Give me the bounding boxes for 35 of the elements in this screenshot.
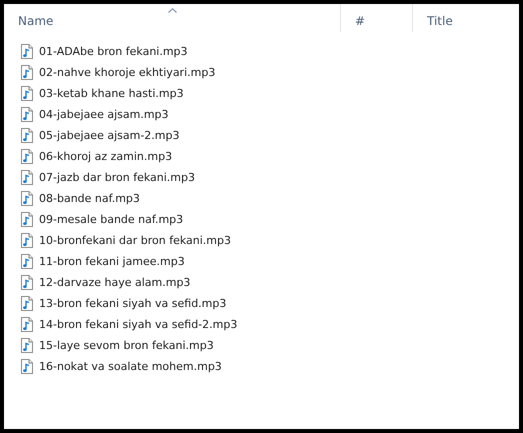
file-name[interactable]: 12-darvaze haye alam.mp3 bbox=[39, 276, 190, 289]
file-name[interactable]: 04-jabejaee ajsam.mp3 bbox=[39, 108, 169, 121]
audio-file-icon bbox=[21, 275, 33, 290]
audio-file-icon bbox=[21, 86, 33, 101]
column-header[interactable]: Title bbox=[427, 14, 453, 28]
file-name[interactable]: 03-ketab khane hasti.mp3 bbox=[39, 87, 184, 100]
audio-file-icon bbox=[21, 338, 33, 353]
audio-file-icon bbox=[21, 254, 33, 269]
file-name[interactable]: 02-nahve khoroje ekhtiyari.mp3 bbox=[39, 66, 216, 79]
file-name[interactable]: 08-bande naf.mp3 bbox=[39, 192, 140, 205]
file-name[interactable]: 14-bron fekani siyah va sefid-2.mp3 bbox=[39, 318, 238, 331]
audio-file-icon bbox=[21, 107, 33, 122]
audio-file-icon bbox=[21, 212, 33, 227]
file-name[interactable]: 09-mesale bande naf.mp3 bbox=[39, 213, 184, 226]
audio-file-icon bbox=[21, 296, 33, 311]
file-name[interactable]: 15-laye sevom bron fekani.mp3 bbox=[39, 339, 214, 352]
audio-file-icon bbox=[21, 191, 33, 206]
file-name[interactable]: 13-bron fekani siyah va sefid.mp3 bbox=[39, 297, 226, 310]
file-name[interactable]: 11-bron fekani jamee.mp3 bbox=[39, 255, 185, 268]
file-name[interactable]: 07-jazb dar bron fekani.mp3 bbox=[39, 171, 195, 184]
column-header[interactable]: # bbox=[355, 14, 366, 28]
audio-file-icon bbox=[21, 65, 33, 80]
file-name[interactable]: 01-ADAbe bron fekani.mp3 bbox=[39, 45, 188, 58]
column-header[interactable]: Name bbox=[18, 14, 54, 28]
file-name[interactable]: 06-khoroj az zamin.mp3 bbox=[39, 150, 172, 163]
audio-file-icon bbox=[21, 44, 33, 59]
file-name[interactable]: 05-jabejaee ajsam-2.mp3 bbox=[39, 129, 180, 142]
audio-file-icon bbox=[21, 359, 33, 374]
audio-file-icon bbox=[21, 128, 33, 143]
audio-file-icon bbox=[21, 317, 33, 332]
audio-file-icon bbox=[21, 233, 33, 248]
audio-file-icon bbox=[21, 149, 33, 164]
file-name[interactable]: 10-bronfekani dar bron fekani.mp3 bbox=[39, 234, 231, 247]
audio-file-icon bbox=[21, 170, 33, 185]
file-name[interactable]: 16-nokat va soalate mohem.mp3 bbox=[39, 360, 222, 373]
